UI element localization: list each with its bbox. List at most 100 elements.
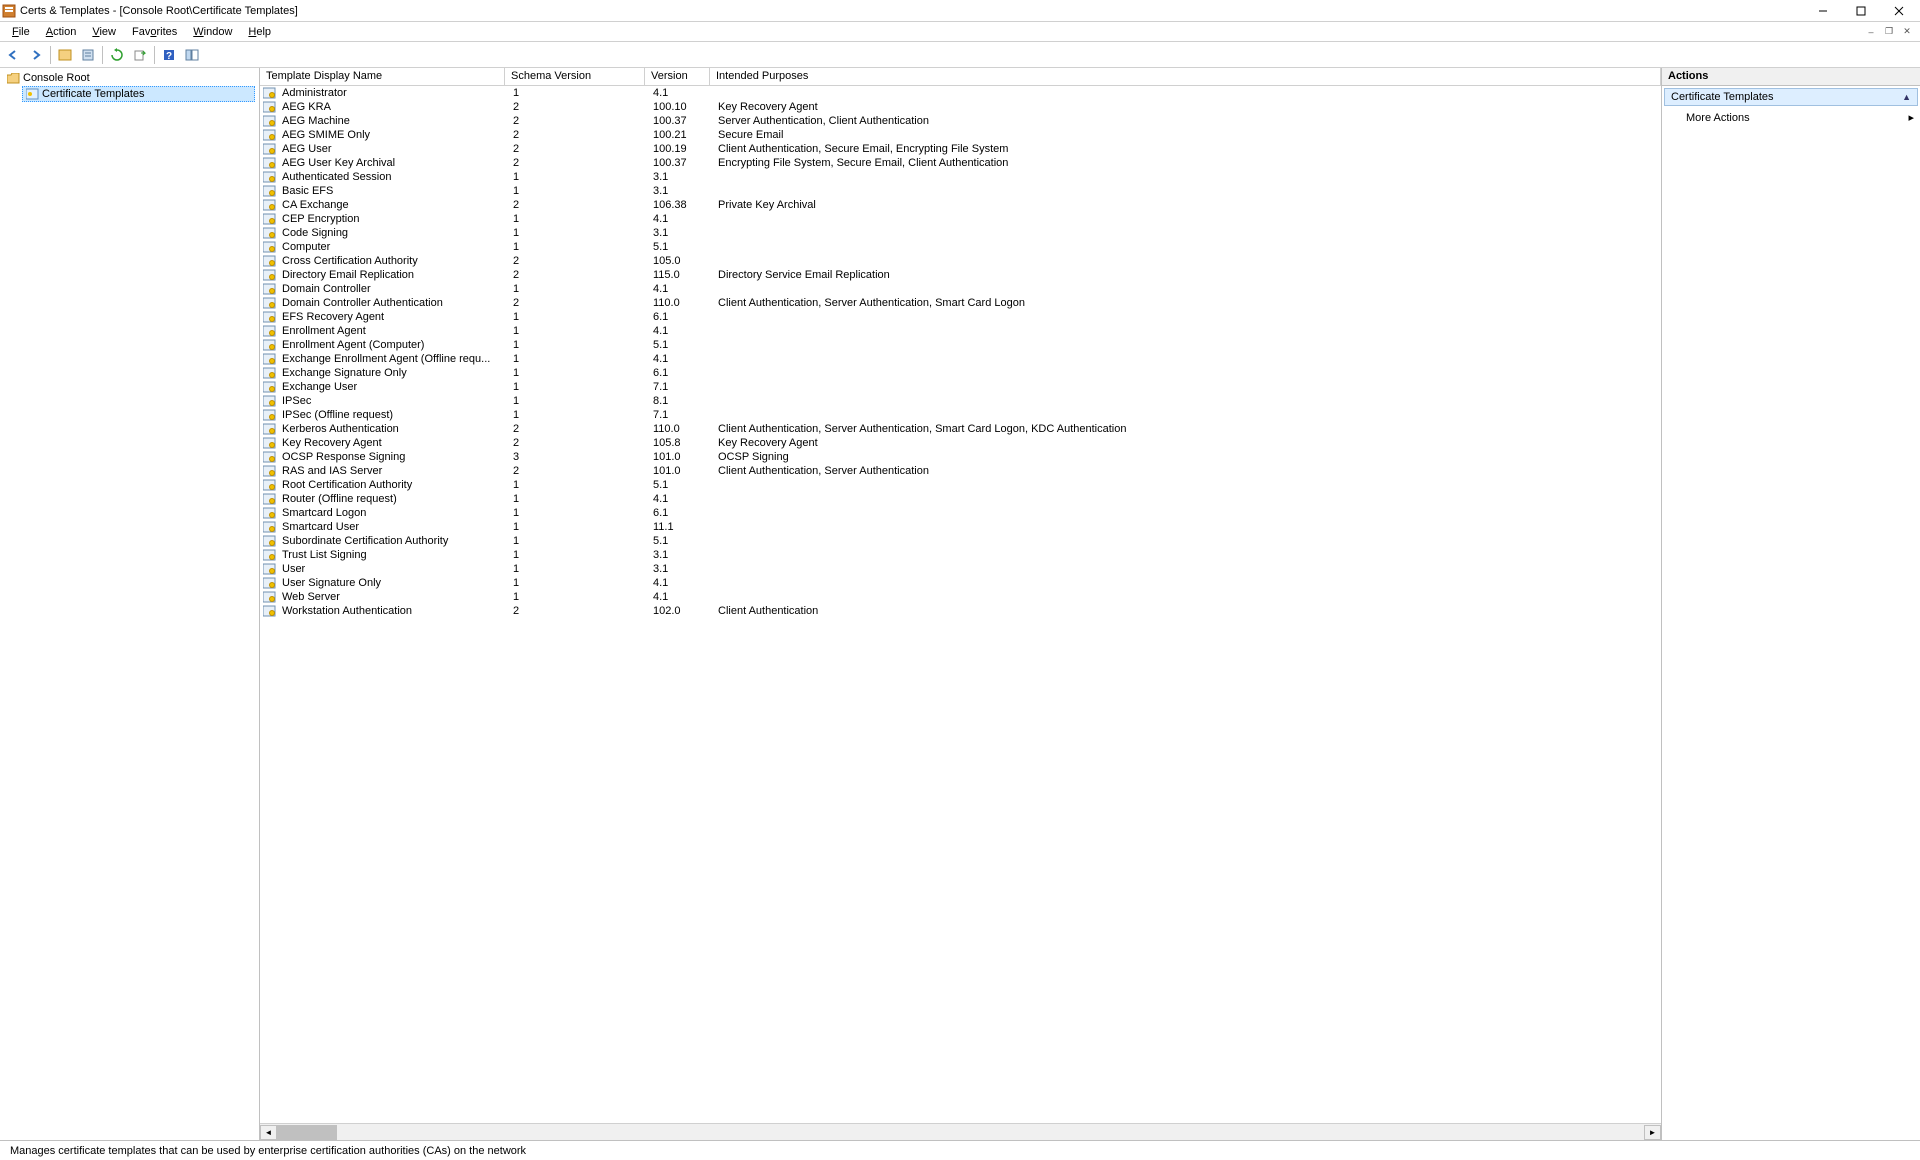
- table-row[interactable]: Authenticated Session13.1: [260, 170, 1661, 184]
- menu-file[interactable]: File: [4, 24, 38, 40]
- actions-group-cert-templates[interactable]: Certificate Templates ▲: [1664, 88, 1918, 106]
- export-button[interactable]: [129, 44, 151, 66]
- table-row[interactable]: Directory Email Replication2115.0Directo…: [260, 268, 1661, 282]
- table-row[interactable]: User13.1: [260, 562, 1661, 576]
- table-row[interactable]: Subordinate Certification Authority15.1: [260, 534, 1661, 548]
- table-row[interactable]: AEG User2100.19Client Authentication, Se…: [260, 142, 1661, 156]
- cell-schema: 2: [507, 199, 647, 211]
- mdi-restore[interactable]: ❐: [1880, 24, 1898, 40]
- table-row[interactable]: IPSec18.1: [260, 394, 1661, 408]
- table-row[interactable]: Exchange Signature Only16.1: [260, 366, 1661, 380]
- table-row[interactable]: Enrollment Agent14.1: [260, 324, 1661, 338]
- column-name[interactable]: Template Display Name: [260, 68, 505, 85]
- table-row[interactable]: AEG User Key Archival2100.37Encrypting F…: [260, 156, 1661, 170]
- cell-version: 3.1: [647, 185, 712, 197]
- table-row[interactable]: AEG Machine2100.37Server Authentication,…: [260, 114, 1661, 128]
- menu-window[interactable]: Window: [185, 24, 240, 40]
- cell-version: 11.1: [647, 521, 712, 533]
- maximize-button[interactable]: [1842, 1, 1880, 21]
- table-row[interactable]: RAS and IAS Server2101.0Client Authentic…: [260, 464, 1661, 478]
- table-row[interactable]: Kerberos Authentication2110.0Client Auth…: [260, 422, 1661, 436]
- scroll-left-icon[interactable]: ◄: [260, 1125, 277, 1140]
- cert-template-icon: [262, 100, 276, 114]
- minimize-button[interactable]: [1804, 1, 1842, 21]
- list-header: Template Display Name Schema Version Ver…: [260, 68, 1661, 86]
- cert-template-icon: [262, 520, 276, 534]
- cert-template-icon: [262, 576, 276, 590]
- forward-button[interactable]: [25, 44, 47, 66]
- cell-name: CEP Encryption: [276, 213, 507, 225]
- table-row[interactable]: CA Exchange2106.38Private Key Archival: [260, 198, 1661, 212]
- cell-schema: 1: [507, 409, 647, 421]
- menu-favorites[interactable]: Favorites: [124, 24, 185, 40]
- cert-template-icon: [262, 506, 276, 520]
- column-version[interactable]: Version: [645, 68, 710, 85]
- column-purpose[interactable]: Intended Purposes: [710, 68, 1661, 85]
- table-row[interactable]: Smartcard Logon16.1: [260, 506, 1661, 520]
- menu-help[interactable]: Help: [240, 24, 279, 40]
- cell-schema: 1: [507, 185, 647, 197]
- table-row[interactable]: AEG SMIME Only2100.21Secure Email: [260, 128, 1661, 142]
- table-row[interactable]: Domain Controller14.1: [260, 282, 1661, 296]
- cell-name: Subordinate Certification Authority: [276, 535, 507, 547]
- show-hide-tree-button[interactable]: [54, 44, 76, 66]
- cert-template-icon: [262, 324, 276, 338]
- cell-name: Trust List Signing: [276, 549, 507, 561]
- table-row[interactable]: Exchange Enrollment Agent (Offline requ.…: [260, 352, 1661, 366]
- tree-cert-templates[interactable]: Certificate Templates: [22, 86, 255, 102]
- cell-name: Key Recovery Agent: [276, 437, 507, 449]
- table-row[interactable]: Key Recovery Agent2105.8Key Recovery Age…: [260, 436, 1661, 450]
- view-button[interactable]: [181, 44, 203, 66]
- cell-name: Exchange Signature Only: [276, 367, 507, 379]
- table-row[interactable]: Cross Certification Authority2105.0: [260, 254, 1661, 268]
- table-row[interactable]: Smartcard User111.1: [260, 520, 1661, 534]
- actions-more[interactable]: More Actions ▸: [1662, 108, 1920, 127]
- cell-version: 100.37: [647, 157, 712, 169]
- back-button[interactable]: [2, 44, 24, 66]
- cert-template-icon: [262, 464, 276, 478]
- table-row[interactable]: Workstation Authentication2102.0Client A…: [260, 604, 1661, 618]
- tree-root[interactable]: Console Root: [4, 70, 255, 86]
- cell-name: CA Exchange: [276, 199, 507, 211]
- mdi-minimize[interactable]: –: [1862, 24, 1880, 40]
- cert-template-icon: [262, 394, 276, 408]
- column-schema[interactable]: Schema Version: [505, 68, 645, 85]
- table-row[interactable]: Exchange User17.1: [260, 380, 1661, 394]
- table-row[interactable]: Computer15.1: [260, 240, 1661, 254]
- properties-button[interactable]: [77, 44, 99, 66]
- table-row[interactable]: User Signature Only14.1: [260, 576, 1661, 590]
- table-row[interactable]: Web Server14.1: [260, 590, 1661, 604]
- table-row[interactable]: EFS Recovery Agent16.1: [260, 310, 1661, 324]
- scroll-thumb[interactable]: [277, 1125, 337, 1140]
- cell-name: Directory Email Replication: [276, 269, 507, 281]
- table-row[interactable]: IPSec (Offline request)17.1: [260, 408, 1661, 422]
- table-row[interactable]: Domain Controller Authentication2110.0Cl…: [260, 296, 1661, 310]
- cell-name: Smartcard Logon: [276, 507, 507, 519]
- cell-version: 100.21: [647, 129, 712, 141]
- table-row[interactable]: OCSP Response Signing3101.0OCSP Signing: [260, 450, 1661, 464]
- table-row[interactable]: Administrator14.1: [260, 86, 1661, 100]
- close-button[interactable]: [1880, 1, 1918, 21]
- cell-purpose: Key Recovery Agent: [712, 437, 1661, 449]
- table-row[interactable]: Enrollment Agent (Computer)15.1: [260, 338, 1661, 352]
- table-row[interactable]: Router (Offline request)14.1: [260, 492, 1661, 506]
- table-row[interactable]: AEG KRA2100.10Key Recovery Agent: [260, 100, 1661, 114]
- table-row[interactable]: Basic EFS13.1: [260, 184, 1661, 198]
- cell-name: OCSP Response Signing: [276, 451, 507, 463]
- table-row[interactable]: Root Certification Authority15.1: [260, 478, 1661, 492]
- collapse-icon[interactable]: ▲: [1902, 92, 1911, 102]
- cert-template-icon: [262, 422, 276, 436]
- refresh-button[interactable]: [106, 44, 128, 66]
- cell-name: Workstation Authentication: [276, 605, 507, 617]
- table-row[interactable]: Trust List Signing13.1: [260, 548, 1661, 562]
- cert-template-icon: [262, 254, 276, 268]
- help-button[interactable]: ?: [158, 44, 180, 66]
- scroll-right-icon[interactable]: ►: [1644, 1125, 1661, 1140]
- menu-view[interactable]: View: [84, 24, 124, 40]
- menu-action[interactable]: Action: [38, 24, 85, 40]
- horizontal-scrollbar[interactable]: ◄ ►: [260, 1123, 1661, 1140]
- mdi-close[interactable]: ✕: [1898, 24, 1916, 40]
- table-row[interactable]: Code Signing13.1: [260, 226, 1661, 240]
- cell-schema: 1: [507, 87, 647, 99]
- table-row[interactable]: CEP Encryption14.1: [260, 212, 1661, 226]
